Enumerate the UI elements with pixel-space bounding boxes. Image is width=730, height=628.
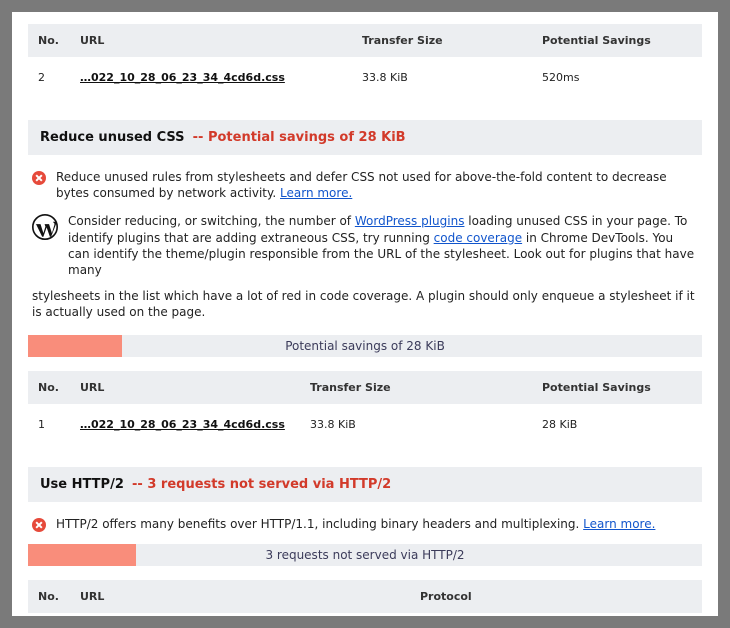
- css-desc-pre: Reduce unused rules from stylesheets and…: [56, 170, 667, 200]
- section-css-title-main: Reduce unused CSS: [40, 130, 185, 145]
- col-no-header: No.: [38, 381, 80, 394]
- wordpress-hint: Consider reducing, or switching, the num…: [28, 207, 702, 288]
- url-link[interactable]: …022_10_28_06_23_34_4cd6d.css: [80, 418, 285, 431]
- col-sv-header: Potential Savings: [542, 34, 692, 47]
- row-no: 1: [38, 418, 80, 431]
- learn-more-link[interactable]: Learn more.: [280, 186, 352, 200]
- table3-row: 1 https://seoaudit.agency/ http/1.1: [28, 613, 702, 616]
- col-sv-header: Potential Savings: [542, 381, 692, 394]
- close-icon: [32, 171, 46, 185]
- section-http2-desc-text: HTTP/2 offers many benefits over HTTP/1.…: [56, 516, 655, 532]
- learn-more-link[interactable]: Learn more.: [583, 517, 655, 531]
- wordpress-hint-text: Consider reducing, or switching, the num…: [68, 213, 698, 278]
- css-savings-bar: Potential savings of 28 KiB: [28, 335, 702, 357]
- section-css-desc-text: Reduce unused rules from stylesheets and…: [56, 169, 698, 201]
- table2-header: No. URL Transfer Size Potential Savings: [28, 371, 702, 404]
- http2-bar-fill: [28, 544, 136, 566]
- css-savings-bar-label: Potential savings of 28 KiB: [285, 339, 445, 353]
- col-no-header: No.: [38, 34, 80, 47]
- col-tx-header: Transfer Size: [362, 34, 542, 47]
- wp-pre: Consider reducing, or switching, the num…: [68, 214, 355, 228]
- css-savings-bar-fill: [28, 335, 122, 357]
- http2-bar: 3 requests not served via HTTP/2: [28, 544, 702, 566]
- wordpress-icon: [32, 214, 58, 240]
- table1-row: 2 …022_10_28_06_23_34_4cd6d.css 33.8 KiB…: [28, 57, 702, 98]
- col-no-header: No.: [38, 590, 80, 603]
- close-icon: [32, 518, 46, 532]
- table1-header: No. URL Transfer Size Potential Savings: [28, 24, 702, 57]
- row-no: 2: [38, 71, 80, 84]
- section-http2-title: Use HTTP/2 -- 3 requests not served via …: [28, 467, 702, 502]
- wp-plugins-link[interactable]: WordPress plugins: [355, 214, 465, 228]
- section-css-title: Reduce unused CSS -- Potential savings o…: [28, 120, 702, 155]
- code-coverage-link[interactable]: code coverage: [434, 231, 522, 245]
- row-tx: 33.8 KiB: [310, 418, 542, 431]
- row-sv: 520ms: [542, 71, 692, 84]
- row-tx: 33.8 KiB: [362, 71, 542, 84]
- section-css-desc: Reduce unused rules from stylesheets and…: [28, 155, 702, 207]
- section-http2-title-main: Use HTTP/2: [40, 477, 124, 492]
- http2-desc-pre: HTTP/2 offers many benefits over HTTP/1.…: [56, 517, 583, 531]
- section-css-title-sub: -- Potential savings of 28 KiB: [193, 130, 406, 145]
- section-http2-desc: HTTP/2 offers many benefits over HTTP/1.…: [28, 502, 702, 538]
- section-http2-title-sub: -- 3 requests not served via HTTP/2: [132, 477, 391, 492]
- col-url-header: URL: [80, 34, 362, 47]
- http2-bar-label: 3 requests not served via HTTP/2: [265, 548, 464, 562]
- wordpress-hint-continued: stylesheets in the list which have a lot…: [28, 288, 702, 328]
- url-link[interactable]: …022_10_28_06_23_34_4cd6d.css: [80, 71, 285, 84]
- table2-row: 1 …022_10_28_06_23_34_4cd6d.css 33.8 KiB…: [28, 404, 702, 445]
- col-url-header: URL: [80, 590, 420, 603]
- col-url-header: URL: [80, 381, 310, 394]
- row-sv: 28 KiB: [542, 418, 692, 431]
- col-proto-header: Protocol: [420, 590, 680, 603]
- report-page: No. URL Transfer Size Potential Savings …: [12, 12, 718, 616]
- table3-header: No. URL Protocol: [28, 580, 702, 613]
- col-tx-header: Transfer Size: [310, 381, 542, 394]
